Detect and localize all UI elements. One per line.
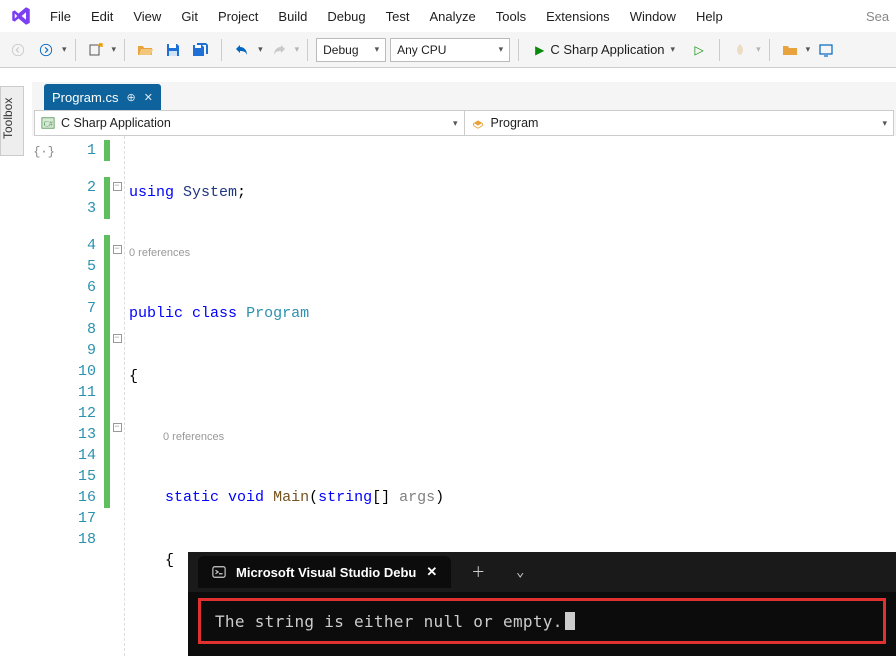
new-terminal-tab-button[interactable]: ＋ xyxy=(463,557,493,587)
live-share-button[interactable] xyxy=(814,38,838,62)
menu-edit[interactable]: Edit xyxy=(81,3,123,30)
document-tab-program-cs[interactable]: Program.cs ⊕ ✕ xyxy=(44,84,161,110)
main-toolbar: ▾ ▾ ▾ ▾ Debug ▾ Any CPU ▾ ▶ C Sharp Appl… xyxy=(0,32,896,68)
browse-button[interactable] xyxy=(778,38,802,62)
menu-project[interactable]: Project xyxy=(208,3,268,30)
save-all-button[interactable] xyxy=(189,38,213,62)
terminal-tab-bar: Microsoft Visual Studio Debu ✕ ＋ ⌄ xyxy=(188,552,896,592)
close-terminal-tab-icon[interactable]: ✕ xyxy=(426,564,437,580)
solution-config-dropdown[interactable]: Debug ▾ xyxy=(316,38,386,62)
nav-member-label: Program xyxy=(491,116,539,130)
start-without-debugging-button[interactable]: ▷ xyxy=(687,38,711,62)
class-icon xyxy=(471,116,485,130)
menu-help[interactable]: Help xyxy=(686,3,733,30)
line-number-gutter: 1 2 3 4 5 6 7 8 9 10 11 12 13 14 15 16 1… xyxy=(56,136,104,656)
play-outline-icon: ▷ xyxy=(694,43,703,57)
glyph-margin: {·} xyxy=(32,136,56,656)
menu-test[interactable]: Test xyxy=(376,3,420,30)
nav-project-label: C Sharp Application xyxy=(61,116,171,130)
codelens-references[interactable]: 0 references xyxy=(129,429,896,445)
chevron-down-icon: ⌄ xyxy=(516,564,524,580)
solution-config-label: Debug xyxy=(323,43,358,57)
solution-platform-dropdown[interactable]: Any CPU ▾ xyxy=(390,38,510,62)
menu-analyze[interactable]: Analyze xyxy=(419,3,485,30)
solution-platform-label: Any CPU xyxy=(397,43,446,57)
terminal-icon xyxy=(212,565,226,579)
terminal-tab-title: Microsoft Visual Studio Debu xyxy=(236,565,416,580)
hot-reload-button xyxy=(728,38,752,62)
pin-tab-icon[interactable]: ⊕ xyxy=(126,91,135,104)
nav-back-button xyxy=(6,38,30,62)
open-file-button[interactable] xyxy=(133,38,157,62)
terminal-cursor xyxy=(565,612,575,630)
terminal-tab-debug-console[interactable]: Microsoft Visual Studio Debu ✕ xyxy=(198,556,451,588)
visual-studio-logo-icon xyxy=(10,5,32,27)
terminal-output-highlight: The string is either null or empty. xyxy=(198,598,886,644)
svg-text:C#: C# xyxy=(44,120,53,129)
menu-tools[interactable]: Tools xyxy=(486,3,536,30)
nav-project-dropdown[interactable]: C# C Sharp Application ▾ xyxy=(35,111,465,135)
toolbox-panel-tab[interactable]: Toolbox xyxy=(0,86,24,156)
debug-console-window: Microsoft Visual Studio Debu ✕ ＋ ⌄ The s… xyxy=(188,552,896,656)
csharp-project-icon: C# xyxy=(41,116,55,130)
close-tab-icon[interactable]: ✕ xyxy=(144,91,153,104)
play-filled-icon: ▶ xyxy=(535,43,544,57)
menu-git[interactable]: Git xyxy=(171,3,208,30)
menubar-search[interactable]: Sea xyxy=(860,5,890,28)
menu-view[interactable]: View xyxy=(123,3,171,30)
folding-column[interactable]: − − − − xyxy=(110,136,124,656)
save-button[interactable] xyxy=(161,38,185,62)
document-tab-strip: Program.cs ⊕ ✕ xyxy=(32,82,896,110)
namespace-glyph-icon: {·} xyxy=(32,140,56,163)
terminal-tab-dropdown-button[interactable]: ⌄ xyxy=(505,557,535,587)
nav-member-dropdown[interactable]: Program ▾ xyxy=(465,111,894,135)
terminal-output-text: The string is either null or empty. xyxy=(215,612,563,631)
chevron-down-icon: ▾ xyxy=(882,118,887,129)
start-target-label: C Sharp Application xyxy=(550,42,664,57)
menu-build[interactable]: Build xyxy=(268,3,317,30)
start-debugging-button[interactable]: ▶ C Sharp Application ▾ xyxy=(527,38,683,62)
nav-forward-button[interactable] xyxy=(34,38,58,62)
codelens-references[interactable]: 0 references xyxy=(129,245,896,261)
menu-window[interactable]: Window xyxy=(620,3,686,30)
menu-debug[interactable]: Debug xyxy=(317,3,375,30)
redo-button xyxy=(267,38,291,62)
menu-bar: File Edit View Git Project Build Debug T… xyxy=(0,0,896,32)
menu-extensions[interactable]: Extensions xyxy=(536,3,620,30)
document-tab-title: Program.cs xyxy=(52,90,118,105)
navigation-bar: C# C Sharp Application ▾ Program ▾ xyxy=(34,110,894,136)
chevron-down-icon: ▾ xyxy=(453,118,458,129)
new-item-button[interactable] xyxy=(84,38,108,62)
undo-button[interactable] xyxy=(230,38,254,62)
menu-file[interactable]: File xyxy=(40,3,81,30)
document-area: Program.cs ⊕ ✕ C# C Sharp Application ▾ … xyxy=(32,82,896,656)
